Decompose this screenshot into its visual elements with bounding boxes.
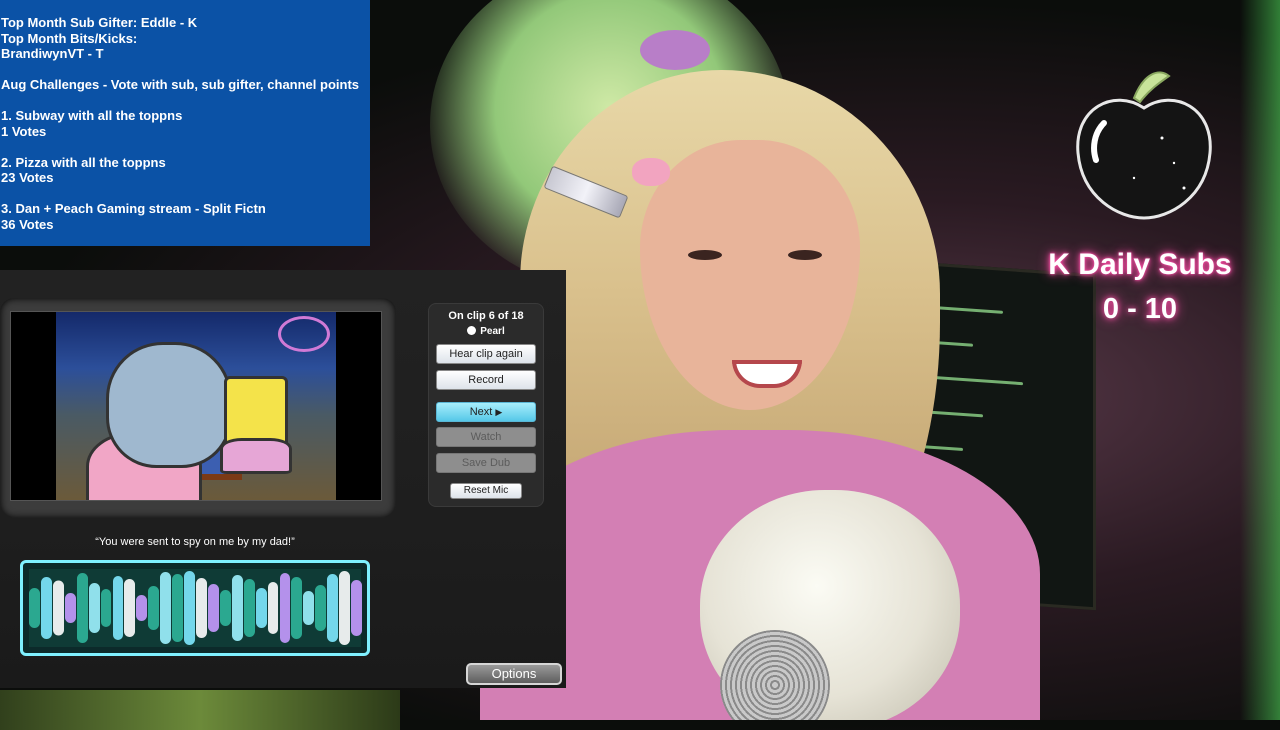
reset-mic-button[interactable]: Reset Mic xyxy=(450,483,522,499)
character-name: Pearl xyxy=(480,326,505,337)
info-line: 1. Subway with all the toppns xyxy=(1,108,183,123)
next-label: Next xyxy=(469,406,493,418)
clip-controls: On clip 6 of 18 Pearl Hear clip again Re… xyxy=(428,303,544,507)
waveform-bar xyxy=(339,571,351,645)
info-line: Top Month Bits/Kicks: xyxy=(1,30,138,46)
hear-clip-again-button[interactable]: Hear clip again xyxy=(436,344,536,364)
waveform-bar xyxy=(267,582,279,634)
info-line: 23 Votes xyxy=(1,170,54,185)
waveform-display xyxy=(20,560,370,656)
info-line: 3. Dan + Peach Gaming stream - Split Fic… xyxy=(1,201,266,216)
waveform-bar xyxy=(172,574,184,642)
spongebob-dress xyxy=(220,438,292,474)
clip-video[interactable] xyxy=(10,311,382,501)
clip-quote: “You were sent to spy on me by my dad!” xyxy=(95,536,295,548)
waveform xyxy=(29,569,362,647)
waveform-bar xyxy=(351,580,362,636)
waveform-bar xyxy=(196,578,207,638)
daily-subs-title: K Daily Subs xyxy=(1048,248,1232,281)
info-line: BrandiwynVT - T xyxy=(1,46,104,61)
clip-player-frame xyxy=(0,298,396,518)
waveform-bar xyxy=(40,577,52,639)
watch-button[interactable]: Watch xyxy=(436,427,536,447)
waveform-bar xyxy=(303,591,315,625)
waveform-bar xyxy=(207,584,219,632)
waveform-bar xyxy=(315,585,327,631)
waveform-bar xyxy=(148,586,160,630)
info-line: 36 Votes xyxy=(1,216,54,232)
waveform-bar xyxy=(52,580,64,636)
waveform-bar xyxy=(255,588,267,628)
info-line xyxy=(1,62,370,78)
info-line: Aug Challenges - Vote with sub, sub gift… xyxy=(1,77,360,92)
options-button[interactable]: Options xyxy=(466,663,562,685)
character-icon xyxy=(467,326,477,335)
hair-bow xyxy=(632,158,670,186)
clip-progress: On clip 6 of 18 xyxy=(448,310,524,322)
pearl-character xyxy=(106,342,232,468)
waveform-bar xyxy=(184,571,195,645)
eye xyxy=(788,250,822,260)
info-line: 2. Pizza with all the toppns xyxy=(1,154,166,170)
cartoon-scene xyxy=(56,312,336,500)
waveform-bar xyxy=(88,583,100,633)
waveform-bar xyxy=(76,573,88,643)
waveform-bar xyxy=(29,588,40,628)
dub-game-panel: On clip 6 of 18 Pearl Hear clip again Re… xyxy=(0,270,566,688)
info-line: Top Month Sub Gifter: Eddle - K xyxy=(1,15,198,30)
record-button[interactable]: Record xyxy=(436,370,536,390)
peach-icon xyxy=(1076,71,1212,220)
daily-subs-count: 0 - 10 xyxy=(1102,293,1178,325)
green-light-edge xyxy=(1240,0,1280,720)
waveform-bar xyxy=(219,590,231,626)
eye xyxy=(688,250,722,260)
plant-foreground xyxy=(0,690,400,730)
next-button[interactable]: Next ▶ xyxy=(436,402,536,422)
save-dub-button[interactable]: Save Dub xyxy=(436,453,536,473)
plush-ear xyxy=(640,30,710,70)
waveform-bar xyxy=(231,575,243,641)
waveform-bar xyxy=(112,576,124,640)
waveform-bar xyxy=(160,572,172,644)
character-label: Pearl xyxy=(429,326,543,337)
waveform-bar xyxy=(291,577,303,639)
flower-decoration xyxy=(278,316,330,352)
info-line xyxy=(1,93,370,109)
waveform-bar xyxy=(64,593,76,623)
waveform-bar xyxy=(124,579,136,637)
challenge-info-panel: Top Month Sub Gifter: Eddle - K Top Month… xyxy=(0,0,370,246)
waveform-bar xyxy=(243,579,255,637)
waveform-bar xyxy=(136,595,148,621)
info-line xyxy=(1,186,370,202)
waveform-bar xyxy=(279,573,291,643)
waveform-bar xyxy=(327,574,339,642)
info-line xyxy=(1,139,370,155)
play-arrow-icon: ▶ xyxy=(495,407,503,417)
waveform-bar xyxy=(100,589,112,627)
info-line: 1 Votes xyxy=(1,123,47,139)
